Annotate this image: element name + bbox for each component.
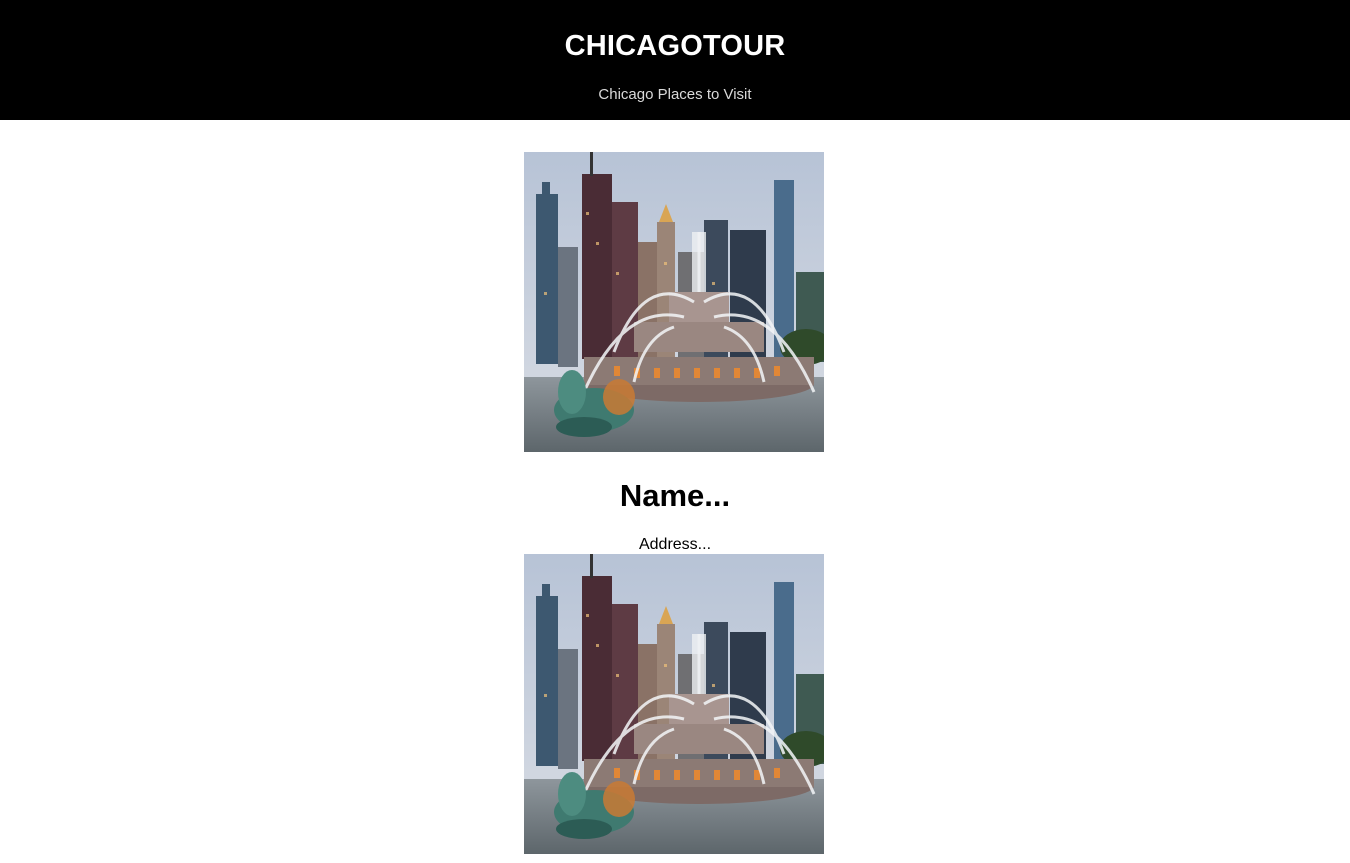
site-header: CHICAGOTOUR Chicago Places to Visit bbox=[0, 0, 1350, 120]
place-address: Address... bbox=[638, 536, 712, 553]
fountain-skyline-image bbox=[524, 152, 824, 452]
site-title: CHICAGOTOUR bbox=[564, 30, 786, 62]
place-photo bbox=[524, 554, 824, 854]
fountain-skyline-image bbox=[524, 554, 824, 854]
site-subtitle: Chicago Places to Visit bbox=[598, 86, 752, 103]
place-photo bbox=[524, 152, 824, 452]
place-name: Name... bbox=[619, 478, 731, 513]
